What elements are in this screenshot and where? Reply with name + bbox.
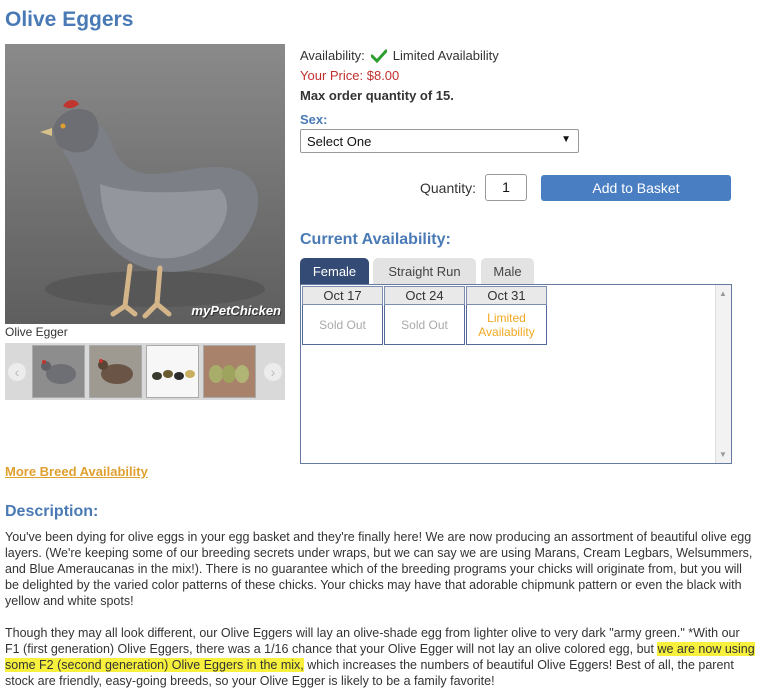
scroll-down-icon[interactable]: ▼ — [719, 450, 727, 459]
price: Your Price: $8.00 — [300, 68, 399, 83]
add-to-basket-button[interactable]: Add to Basket — [541, 175, 731, 201]
thumbnail-4[interactable] — [203, 345, 256, 398]
sex-label: Sex: — [300, 112, 328, 127]
thumbnail-carousel: ‹ › — [5, 343, 285, 400]
price-label: Your Price: — [300, 68, 364, 83]
carousel-prev-button[interactable]: ‹ — [5, 343, 29, 400]
tab-male[interactable]: Male — [481, 258, 534, 284]
availability-row: Availability: Limited Availability — [300, 48, 499, 63]
date-header: Oct 31 — [466, 286, 547, 305]
tab-straight-run[interactable]: Straight Run — [373, 258, 476, 284]
quantity-input[interactable]: 1 — [485, 174, 527, 201]
date-status: Sold Out — [302, 305, 383, 345]
hen-thumbnail-icon — [33, 346, 84, 397]
chevron-right-icon: › — [264, 362, 282, 381]
description-heading: Description: — [5, 503, 99, 520]
thumbnail-1[interactable] — [32, 345, 85, 398]
chicken-illustration — [40, 100, 265, 319]
scroll-up-icon[interactable]: ▲ — [719, 289, 727, 298]
chevron-down-icon: ▼ — [561, 134, 571, 145]
sex-selected-value: Select One — [307, 134, 372, 149]
price-value: $8.00 — [366, 68, 400, 83]
chicks-thumbnail-icon — [147, 346, 198, 397]
description-paragraph-2: Though they may all look different, our … — [5, 625, 755, 689]
sex-select[interactable]: Select One ▼ — [300, 129, 579, 153]
date-header: Oct 17 — [302, 286, 383, 305]
availability-panel: Oct 17 Sold Out Oct 24 Sold Out Oct 31 L… — [300, 284, 732, 464]
thumbnail-3[interactable] — [146, 345, 199, 398]
availability-label: Availability: — [300, 48, 365, 63]
product-main-photo[interactable]: myPetChicken — [5, 44, 285, 324]
carousel-next-button[interactable]: › — [261, 343, 285, 400]
photo-caption: Olive Egger — [5, 325, 68, 339]
date-header: Oct 24 — [384, 286, 465, 305]
date-status[interactable]: Limited Availability — [466, 305, 547, 345]
chevron-left-icon: ‹ — [8, 362, 26, 381]
more-breed-availability-link[interactable]: More Breed Availability — [5, 464, 148, 479]
date-column: Oct 31 Limited Availability — [466, 286, 547, 345]
hen-thumbnail-icon — [90, 346, 141, 397]
check-icon — [370, 49, 387, 63]
description-text: Though they may all look different, our … — [5, 626, 740, 656]
quantity-label: Quantity: — [420, 180, 477, 196]
availability-value: Limited Availability — [392, 48, 499, 63]
product-title: Olive Eggers — [5, 8, 134, 31]
date-status: Sold Out — [384, 305, 465, 345]
description-paragraph-1: You've been dying for olive eggs in your… — [5, 530, 753, 608]
max-order-note: Max order quantity of 15. — [300, 88, 454, 103]
date-column: Oct 17 Sold Out — [302, 286, 383, 345]
panel-scrollbar[interactable]: ▲ ▼ — [715, 285, 731, 463]
date-column: Oct 24 Sold Out — [384, 286, 465, 345]
thumbnail-2[interactable] — [89, 345, 142, 398]
eggs-thumbnail-icon — [204, 346, 255, 397]
tab-female[interactable]: Female — [300, 258, 369, 284]
watermark-logo: myPetChicken — [191, 303, 281, 318]
current-availability-heading: Current Availability: — [300, 231, 451, 248]
